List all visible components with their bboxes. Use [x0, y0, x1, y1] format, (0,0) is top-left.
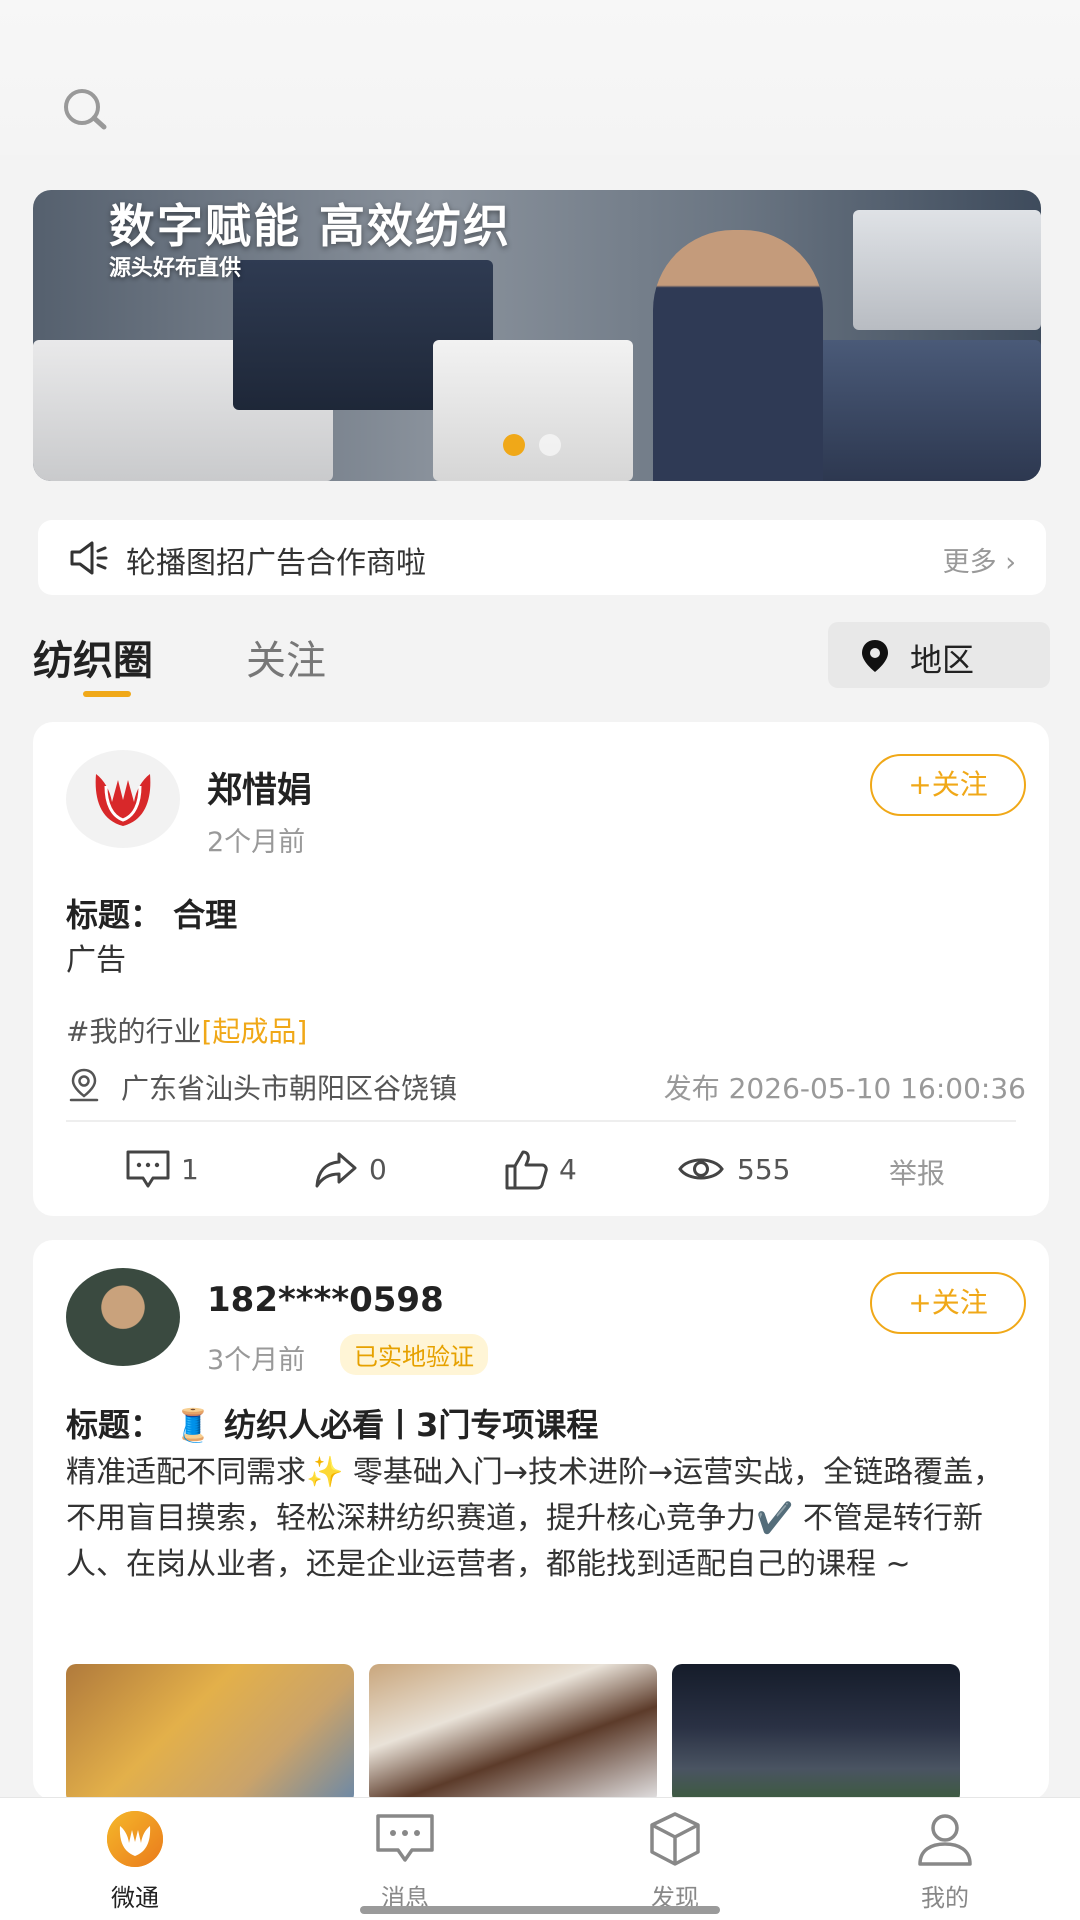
report-button[interactable]: 举报 [889, 1152, 945, 1192]
verified-badge: 已实地验证 [340, 1334, 488, 1375]
avatar[interactable] [66, 750, 180, 848]
tab-active-indicator [83, 691, 131, 697]
post-title: 标题： 🧵 纺织人必看丨3门专项课程 [66, 1406, 599, 1444]
eye-icon [678, 1158, 724, 1180]
region-label: 地区 [910, 641, 975, 679]
chevron-right-icon: › [1005, 547, 1016, 578]
post-location: 广东省汕头市朝阳区谷饶镇 [121, 1072, 458, 1105]
post-time: 3个月前 [207, 1345, 306, 1376]
like-button[interactable]: 4 [503, 1146, 577, 1192]
nav-discover[interactable]: 发现 [540, 1798, 810, 1920]
carousel-dot-active[interactable] [503, 434, 525, 456]
nav-messages[interactable]: 消息 [270, 1798, 540, 1920]
post-industry-tag[interactable]: #我的行业[起成品] [66, 1010, 307, 1050]
message-icon [376, 1814, 434, 1862]
search-button[interactable] [60, 85, 116, 135]
nav-home[interactable]: 微通 [0, 1798, 270, 1920]
post-body: 精准适配不同需求✨ 零基础入门→技术进阶→运营实战，全链路覆盖，不用盲目摸索，轻… [66, 1455, 1004, 1582]
banner-fabric-stack [853, 210, 1041, 330]
app-logo-icon [95, 774, 151, 826]
view-count: 555 [737, 1152, 791, 1186]
nav-label: 我的 [921, 1884, 969, 1912]
post-image[interactable] [66, 1664, 354, 1800]
banner-subtitle: 源头好布直供 [109, 256, 242, 281]
search-icon [64, 89, 107, 130]
thumbs-up-icon [505, 1150, 548, 1190]
share-button[interactable]: 0 [313, 1146, 387, 1192]
cube-icon [650, 1812, 700, 1866]
speaker-icon [70, 541, 108, 575]
user-icon [918, 1814, 972, 1866]
post-images [66, 1664, 1026, 1800]
post-author[interactable]: 郑惜娟 [207, 762, 312, 813]
tab-following[interactable]: 关注 [246, 628, 326, 686]
post-card[interactable]: 郑惜娟 2个月前 +关注 标题： 合理 广告 #我的行业[起成品] 广东省汕头市… [33, 722, 1049, 1216]
like-count: 4 [559, 1152, 577, 1186]
location-pin-icon [862, 640, 888, 672]
tag-prefix: #我的行业 [66, 1015, 202, 1048]
avatar[interactable] [66, 1268, 180, 1366]
post-time: 2个月前 [207, 827, 306, 858]
notice-bar[interactable]: 轮播图招广告合作商啦 更多 › [38, 520, 1046, 595]
banner-title: 数字赋能 高效纺织 [109, 199, 512, 253]
view-count-display: 555 [675, 1146, 790, 1192]
region-filter-button[interactable]: 地区 [828, 622, 1050, 688]
follow-button[interactable]: +关注 [870, 1272, 1026, 1334]
banner-carousel[interactable]: 数字赋能 高效纺织 源头好布直供 [33, 190, 1041, 481]
share-icon [315, 1152, 357, 1188]
post-image[interactable] [369, 1664, 657, 1800]
notice-more-link[interactable]: 更多 › [943, 540, 1016, 579]
banner-fabric-stack [813, 340, 1041, 481]
banner-fabric-stack [433, 340, 633, 481]
banner-person [653, 230, 823, 481]
carousel-dots [503, 434, 561, 456]
post-title: 标题： 合理 [66, 896, 238, 934]
tag-highlight: [起成品] [201, 1015, 308, 1048]
divider [66, 1120, 1016, 1122]
carousel-dot[interactable] [539, 434, 561, 456]
follow-button[interactable]: +关注 [870, 754, 1026, 816]
comment-button[interactable]: 1 [125, 1146, 199, 1192]
tab-textile-circle[interactable]: 纺织圈 [33, 628, 153, 686]
post-author[interactable]: 182****0598 [207, 1280, 444, 1320]
home-indicator[interactable] [360, 1906, 720, 1914]
bottom-nav: 微通 消息 发现 我的 [0, 1797, 1080, 1920]
nav-label: 微通 [111, 1884, 159, 1912]
notice-more-label: 更多 [942, 547, 997, 578]
comment-count: 1 [181, 1152, 199, 1186]
nav-profile[interactable]: 我的 [810, 1798, 1080, 1920]
share-count: 0 [369, 1152, 387, 1186]
app-logo-icon [107, 1811, 163, 1867]
notice-text: 轮播图招广告合作商啦 [126, 546, 426, 581]
post-publish-time: 发布 2026-05-10 16:00:36 [663, 1072, 1026, 1105]
post-image[interactable] [672, 1664, 960, 1800]
post-card[interactable]: 182****0598 3个月前 已实地验证 +关注 标题： 🧵 纺织人必看丨3… [33, 1240, 1049, 1800]
comment-icon [126, 1150, 170, 1188]
post-body: 广告 [66, 943, 126, 978]
top-header [0, 0, 1080, 155]
location-icon [69, 1068, 99, 1102]
